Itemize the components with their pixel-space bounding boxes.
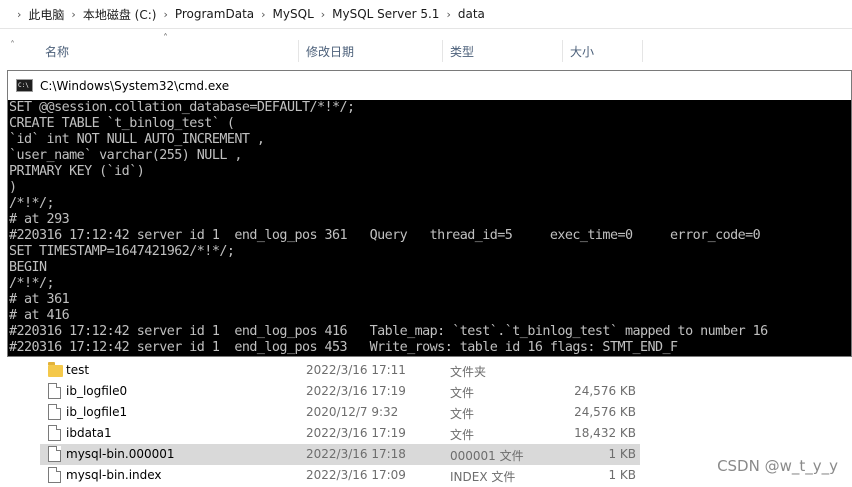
column-header-name[interactable]: 名称 — [45, 43, 69, 60]
column-header-size[interactable]: 大小 — [570, 43, 594, 60]
file-name: ibdata1 — [66, 426, 112, 440]
file-icon — [48, 425, 61, 441]
cmd-line: /*!*/; — [9, 196, 55, 211]
breadcrumb-item[interactable]: › data — [439, 7, 484, 21]
cmd-line: #220316 17:12:42 server id 1 end_log_pos… — [9, 324, 768, 339]
breadcrumb-item[interactable]: › 本地磁盘 (C:) — [64, 6, 156, 23]
breadcrumb-label: 此电脑 — [28, 7, 65, 22]
file-date: 2022/3/16 17:19 — [306, 384, 406, 398]
cmd-line: BEGIN — [9, 260, 47, 275]
cmd-title: C:\Windows\System32\cmd.exe — [40, 78, 230, 93]
file-name: test — [66, 363, 90, 377]
file-date: 2020/12/7 9:32 — [306, 405, 399, 419]
cmd-line: #220316 17:12:42 server id 1 end_log_pos… — [9, 228, 761, 243]
cmd-line: # at 361 — [9, 292, 70, 307]
sort-arrow-icon: ˄ — [163, 33, 168, 44]
file-date: 2022/3/16 17:19 — [306, 426, 406, 440]
breadcrumb-label: MySQL — [272, 7, 314, 21]
cmd-line: #220316 17:12:42 server id 1 end_log_pos… — [9, 340, 678, 355]
file-row[interactable]: mysql-bin.000001 2022/3/16 17:18 000001 文件… — [40, 444, 640, 465]
file-type: 文件 — [450, 386, 475, 400]
file-type: 文件 — [450, 428, 475, 442]
breadcrumb-label: 本地磁盘 (C:) — [82, 7, 157, 22]
file-icon — [48, 446, 61, 462]
chevron-right-icon[interactable]: › — [321, 8, 325, 21]
chevron-right-icon[interactable]: › — [71, 8, 75, 21]
file-row[interactable]: ib_logfile0 2022/3/16 17:19 文件 24,576 KB — [40, 381, 640, 402]
breadcrumb-item[interactable]: › ProgramData — [156, 7, 254, 21]
cmd-line: # at 293 — [9, 212, 70, 227]
file-row[interactable]: mysql-bin.index 2022/3/16 17:09 INDEX 文件 1 … — [40, 465, 640, 486]
breadcrumb-item[interactable]: › 此电脑 — [10, 6, 64, 23]
cmd-line: SET @@session.collation_database=DEFAULT… — [9, 100, 355, 115]
breadcrumb-label: data — [457, 7, 485, 21]
file-size: 18,432 KB — [574, 426, 636, 440]
file-type: 文件 — [450, 407, 475, 421]
breadcrumb-label: ProgramData — [174, 7, 255, 21]
file-name: ib_logfile0 — [66, 384, 128, 398]
file-name: ib_logfile1 — [66, 405, 128, 419]
cmd-window[interactable]: C:\ C:\Windows\System32\cmd.exe SET @@se… — [7, 70, 852, 357]
chevron-right-icon[interactable]: › — [17, 8, 21, 21]
file-size: 24,576 KB — [574, 384, 636, 398]
chevron-right-icon[interactable]: › — [163, 8, 167, 21]
file-size: 1 KB — [608, 447, 636, 461]
chevron-right-icon[interactable]: › — [261, 8, 265, 21]
cmd-line: SET TIMESTAMP=1647421962/*!*/; — [9, 244, 235, 259]
column-divider[interactable] — [298, 40, 299, 62]
file-row[interactable]: test 2022/3/16 17:11 文件夹 — [40, 360, 640, 381]
file-type: 文件夹 — [450, 365, 487, 379]
file-name: mysql-bin.index — [66, 468, 162, 482]
breadcrumb-item[interactable]: › MySQL Server 5.1 — [314, 7, 440, 21]
cmd-line: `user_name` varchar(255) NULL , — [9, 148, 242, 163]
cmd-console-output[interactable]: SET @@session.collation_database=DEFAULT… — [8, 100, 851, 356]
cmd-line: ) — [9, 180, 17, 195]
file-icon — [48, 404, 61, 420]
watermark: CSDN @w_t_y_y — [717, 457, 838, 475]
cmd-line: `id` int NOT NULL AUTO_INCREMENT , — [9, 132, 265, 147]
cmd-line: CREATE TABLE `t_binlog_test` ( — [9, 116, 235, 131]
file-size: 24,576 KB — [574, 405, 636, 419]
cmd-icon: C:\ — [16, 79, 33, 92]
column-divider[interactable] — [562, 40, 563, 62]
column-header-date[interactable]: 修改日期 — [306, 43, 354, 60]
file-type: INDEX 文件 — [450, 470, 516, 484]
file-date: 2022/3/16 17:18 — [306, 447, 406, 461]
cmd-line: /*!*/; — [9, 276, 55, 291]
file-size: 1 KB — [608, 468, 636, 482]
breadcrumb-item[interactable]: › MySQL — [254, 7, 314, 21]
cmd-titlebar[interactable]: C:\ C:\Windows\System32\cmd.exe — [8, 71, 851, 100]
column-divider[interactable] — [442, 40, 443, 62]
chevron-right-icon[interactable]: › — [446, 8, 450, 21]
file-type: 000001 文件 — [450, 449, 524, 463]
file-icon — [48, 467, 61, 483]
column-divider[interactable] — [642, 40, 643, 62]
file-icon — [48, 383, 61, 399]
file-name: mysql-bin.000001 — [66, 447, 175, 461]
file-row[interactable]: ibdata1 2022/3/16 17:19 文件 18,432 KB — [40, 423, 640, 444]
folder-icon — [48, 362, 63, 377]
file-date: 2022/3/16 17:09 — [306, 468, 406, 482]
breadcrumb: › 此电脑 › 本地磁盘 (C:) › ProgramData › MySQL › MySQL S… — [0, 0, 852, 29]
column-header-type[interactable]: 类型 — [450, 43, 474, 60]
column-header-row: ˄ 名称 修改日期 类型 大小 — [0, 33, 852, 66]
breadcrumb-label: MySQL Server 5.1 — [332, 7, 440, 21]
file-row[interactable]: ib_logfile1 2020/12/7 9:32 文件 24,576 KB — [40, 402, 640, 423]
cmd-line: PRIMARY KEY (`id`) — [9, 164, 145, 179]
cmd-line: # at 416 — [9, 308, 70, 323]
file-date: 2022/3/16 17:11 — [306, 363, 406, 377]
